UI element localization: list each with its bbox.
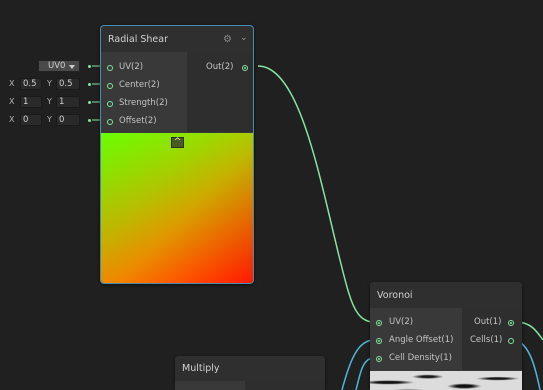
input-port-center[interactable]: Center(2) bbox=[107, 80, 187, 92]
radial-shear-title: Radial Shear bbox=[108, 34, 168, 45]
voronoi-output-label-cells: Cells(1) bbox=[470, 335, 503, 345]
input-label-offset: Offset(2) bbox=[119, 116, 157, 126]
strength-default-field: X 1 Y 1 bbox=[2, 96, 96, 108]
multiply-header[interactable]: Multiply bbox=[175, 356, 325, 381]
chevron-down-icon[interactable]: ⌄ bbox=[240, 33, 248, 43]
offset-default-field: X 0 Y 0 bbox=[2, 114, 96, 126]
preview-image: ^ bbox=[101, 133, 253, 283]
strength-x-value: 1 bbox=[23, 97, 29, 107]
input-port-strength[interactable]: Strength(2) bbox=[107, 98, 187, 110]
output-port-out[interactable]: Out(2) bbox=[206, 62, 254, 74]
input-label-center: Center(2) bbox=[119, 80, 160, 90]
offset-y-input[interactable]: 0 bbox=[56, 114, 80, 126]
center-y-label: Y bbox=[47, 79, 52, 88]
voronoi-input-label-uv: UV(2) bbox=[389, 317, 414, 327]
voronoi-header[interactable]: Voronoi bbox=[370, 282, 522, 308]
voronoi-input-uv[interactable]: UV(2) bbox=[376, 317, 462, 329]
offset-y-value: 0 bbox=[59, 115, 65, 125]
voronoi-input-label-angle: Angle Offset(1) bbox=[389, 335, 454, 345]
voronoi-output-cells[interactable]: Cells(1) bbox=[470, 335, 520, 347]
strength-x-input[interactable]: 1 bbox=[20, 96, 42, 108]
voronoi-output-out[interactable]: Out(1) bbox=[474, 317, 520, 329]
strength-x-label: X bbox=[9, 97, 15, 106]
collapse-preview-icon[interactable]: ^ bbox=[171, 137, 184, 148]
strength-y-label: Y bbox=[47, 97, 52, 106]
strength-y-input[interactable]: 1 bbox=[56, 96, 80, 108]
output-label-out: Out(2) bbox=[206, 62, 234, 72]
center-y-input[interactable]: 0.5 bbox=[56, 78, 80, 90]
multiply-outputs bbox=[245, 381, 325, 390]
dropdown-arrow-icon bbox=[69, 65, 75, 69]
wire-out-to-voronoi-uv bbox=[257, 65, 375, 323]
center-default-dot bbox=[88, 83, 91, 86]
input-label-strength: Strength(2) bbox=[119, 98, 168, 108]
input-port-uv[interactable]: UV(2) bbox=[107, 62, 187, 74]
voronoi-preview bbox=[370, 371, 522, 390]
center-x-input[interactable]: 0.5 bbox=[20, 78, 42, 90]
offset-y-label: Y bbox=[47, 115, 52, 124]
voronoi-input-angle-offset[interactable]: Angle Offset(1) bbox=[376, 335, 462, 347]
radial-shear-node[interactable]: Radial Shear ⚙ ⌄ UV(2) Center(2) Strengt… bbox=[100, 25, 254, 284]
radial-shear-header[interactable]: Radial Shear ⚙ ⌄ bbox=[101, 26, 253, 52]
voronoi-title: Voronoi bbox=[377, 290, 413, 301]
input-label-uv: UV(2) bbox=[119, 62, 144, 72]
voronoi-input-label-density: Cell Density(1) bbox=[389, 353, 452, 363]
multiply-inputs bbox=[175, 381, 245, 390]
center-y-value: 0.5 bbox=[59, 79, 73, 89]
offset-x-value: 0 bbox=[23, 115, 29, 125]
uv-dropdown-value: UV0 bbox=[48, 61, 66, 71]
voronoi-output-label-out: Out(1) bbox=[474, 317, 502, 327]
strength-default-dot bbox=[88, 101, 91, 104]
offset-x-label: X bbox=[9, 115, 15, 124]
offset-default-dot bbox=[88, 119, 91, 122]
multiply-title: Multiply bbox=[182, 363, 220, 374]
voronoi-node[interactable]: Voronoi UV(2) Angle Offset(1) Cell Densi… bbox=[370, 282, 522, 390]
multiply-node[interactable]: Multiply bbox=[175, 356, 325, 390]
center-default-field: X 0.5 Y 0.5 bbox=[2, 78, 96, 90]
voronoi-input-cell-density[interactable]: Cell Density(1) bbox=[376, 353, 462, 365]
gear-icon[interactable]: ⚙ bbox=[223, 34, 232, 45]
strength-y-value: 1 bbox=[59, 97, 65, 107]
center-x-value: 0.5 bbox=[23, 79, 37, 89]
uv-default-dot bbox=[88, 65, 91, 68]
uv-default-dropdown[interactable]: UV0 bbox=[38, 60, 80, 72]
offset-x-input[interactable]: 0 bbox=[20, 114, 42, 126]
center-x-label: X bbox=[9, 79, 15, 88]
input-port-offset[interactable]: Offset(2) bbox=[107, 116, 187, 128]
